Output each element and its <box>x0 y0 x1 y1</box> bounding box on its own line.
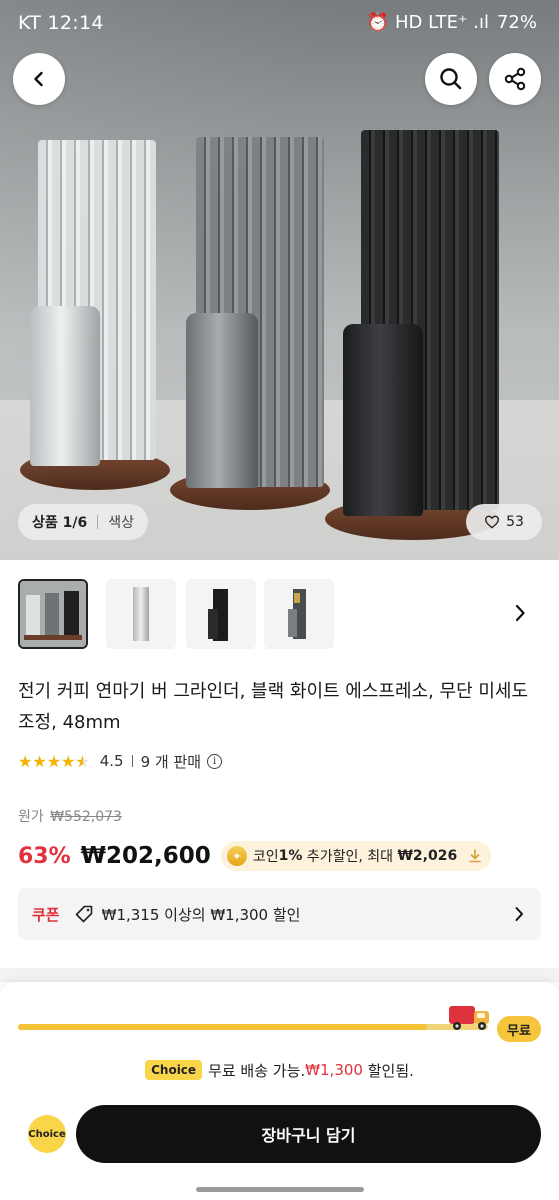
original-price-value: ₩552,073 <box>50 809 122 825</box>
wishlist-button[interactable]: 53 <box>466 504 542 540</box>
coin-percent: 1% <box>278 848 303 864</box>
current-price: ₩202,600 <box>80 843 211 869</box>
sold-count: 9 개 판매 <box>140 752 202 771</box>
rating-value: 4.5 <box>99 752 124 770</box>
pill-separator <box>97 515 99 529</box>
tag-icon <box>74 904 94 924</box>
thumbnail-4-image <box>264 579 334 649</box>
coin-prefix: 코인 <box>252 849 279 865</box>
shipping-text-after: 할인됨. <box>362 1061 414 1080</box>
thumbnail-4[interactable] <box>264 579 334 649</box>
thumbnail-next-button[interactable] <box>508 598 532 628</box>
truck-icon <box>449 1006 489 1030</box>
choice-logo[interactable]: Choice <box>28 1115 66 1153</box>
heart-icon <box>485 515 500 529</box>
original-price-label: 원가 <box>18 809 44 825</box>
thumbnail-2-image <box>106 579 176 649</box>
chevron-right-icon <box>513 904 527 924</box>
shipping-discount-amount: ₩1,300 <box>305 1061 363 1079</box>
carrier-time: KT 12:14 <box>18 12 104 34</box>
coupon-text: ₩1,315 이상의 ₩1,300 할인 <box>101 905 301 924</box>
chevron-left-icon <box>34 71 43 87</box>
thumbnail-3[interactable] <box>186 579 256 649</box>
thumbnail-strip <box>18 579 538 649</box>
coin-icon: ✦ <box>226 846 247 866</box>
thumbnail-2[interactable] <box>106 579 176 649</box>
coin-max: ₩2,026 <box>397 848 458 864</box>
shipping-info: Choice 무료 배송 가능. ₩1,300 할인됨. <box>0 1057 559 1083</box>
share-button[interactable] <box>489 53 541 105</box>
price-row: 63% ₩202,600 ✦ 코인 1% 추가할인, 최대 ₩2,026 <box>18 838 492 874</box>
free-shipping-progress-fill <box>18 1024 427 1030</box>
rating-separator <box>131 755 133 767</box>
status-icons: ⏰ HD LTE⁺ .ıl 72% <box>367 12 537 33</box>
add-to-cart-button[interactable]: 장바구니 담기 <box>76 1105 541 1163</box>
info-icon[interactable]: i <box>207 753 223 769</box>
thumbnail-1[interactable] <box>18 579 88 649</box>
shipping-text-before: 무료 배송 가능. <box>208 1061 306 1080</box>
rating-row[interactable]: ★★★★★ ★★★★★ 4.5 9 개 판매 i <box>18 749 223 773</box>
image-counter-pill[interactable]: 상품 1/6 색상 <box>18 504 148 540</box>
home-indicator[interactable] <box>196 1187 364 1192</box>
original-price: 원가 ₩552,073 <box>18 806 122 826</box>
back-button[interactable] <box>13 53 65 105</box>
image-counter: 상품 1/6 <box>32 515 88 531</box>
rating-stars-filled: ★★★★★ <box>18 751 83 771</box>
coin-discount-chip[interactable]: ✦ 코인 1% 추가할인, 최대 ₩2,026 <box>220 841 492 871</box>
coupon-label: 쿠폰 <box>32 905 60 924</box>
coin-middle: 추가할인, 최대 <box>302 849 398 865</box>
download-icon <box>469 849 481 863</box>
free-shipping-progress <box>18 1024 488 1030</box>
share-icon <box>504 67 526 91</box>
section-divider <box>0 968 559 982</box>
thumbnail-1-image <box>20 581 86 647</box>
status-bar: KT 12:14 ⏰ HD LTE⁺ .ıl 72% <box>0 0 559 50</box>
search-button[interactable] <box>425 53 477 105</box>
choice-tag: Choice <box>145 1060 203 1080</box>
battery-level: 72% <box>496 12 537 33</box>
rating-stars: ★★★★★ ★★★★★ <box>18 752 90 771</box>
status-icons-text: ⏰ HD LTE⁺ .ıl <box>366 12 489 33</box>
thumbnail-3-image <box>186 579 256 649</box>
coupon-row[interactable]: 쿠폰 ₩1,315 이상의 ₩1,300 할인 <box>18 888 541 940</box>
discount-percent: 63% <box>18 843 71 869</box>
chevron-right-icon <box>515 604 525 622</box>
search-icon <box>440 68 462 90</box>
like-count: 53 <box>506 514 524 530</box>
free-shipping-badge: 무료 <box>497 1016 541 1042</box>
color-label: 색상 <box>108 515 134 531</box>
product-title: 전기 커피 연마기 버 그라인더, 블랙 화이트 에스프레소, 무단 미세도 조… <box>18 681 529 733</box>
